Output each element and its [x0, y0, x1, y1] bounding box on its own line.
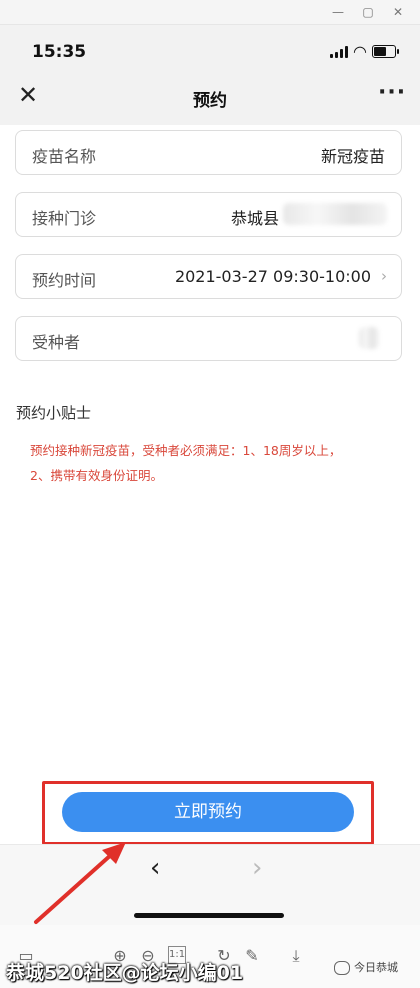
battery-icon — [372, 45, 399, 58]
edit-icon[interactable]: ✎ — [242, 946, 262, 966]
tips-line-1: 预约接种新冠疫苗，受种者必须满足：1、18周岁以上， — [30, 443, 342, 458]
tips-line-2: 2、携带有效身份证明。 — [30, 468, 163, 483]
forward-chevron-icon[interactable]: › — [252, 853, 262, 883]
tips-text: 预约接种新冠疫苗，受种者必须满足：1、18周岁以上， 2、携带有效身份证明。 — [30, 438, 390, 488]
home-indicator — [134, 913, 284, 918]
maximize-icon[interactable]: ▢ — [360, 4, 376, 20]
vaccine-name-value: 新冠疫苗 — [320, 147, 385, 166]
download-icon[interactable]: ⤓ — [286, 946, 306, 966]
status-time: 15:35 — [32, 42, 87, 62]
wechat-icon — [334, 961, 350, 975]
clinic-label: 接种门诊 — [32, 209, 97, 228]
vaccine-name-label: 疫苗名称 — [32, 147, 97, 166]
wechat-badge: 今日恭城 — [334, 959, 398, 975]
viewer-title-bar — [0, 0, 420, 25]
annotation-arrow — [34, 842, 126, 924]
appointment-time-row[interactable]: 预约时间 2021-03-27 09:30-10:00 › — [15, 254, 402, 299]
appointment-time-label: 预约时间 — [32, 271, 97, 290]
tips-title: 预约小贴士 — [16, 404, 92, 422]
more-icon[interactable]: ··· — [378, 80, 406, 105]
signal-icon — [330, 46, 350, 58]
appointment-time-value: 2021-03-27 09:30-10:00 — [174, 267, 371, 286]
wechat-badge-label: 今日恭城 — [354, 961, 398, 974]
clinic-value: 恭城县 — [230, 209, 279, 228]
recipient-label: 受种者 — [32, 333, 81, 352]
book-now-button[interactable]: 立即预约 — [62, 792, 354, 832]
chevron-right-icon: › — [381, 267, 387, 285]
clinic-row[interactable]: 接种门诊 恭城县 — [15, 192, 402, 237]
watermark-text: 恭城520社区@论坛小编01 — [6, 962, 244, 984]
clinic-redaction — [283, 203, 387, 225]
page-title: 预约 — [193, 91, 227, 111]
vaccine-name-row: 疫苗名称 新冠疫苗 — [15, 130, 402, 175]
minimize-icon[interactable]: — — [330, 4, 346, 20]
recipient-row[interactable]: 受种者 — [15, 316, 402, 361]
wifi-icon: ◠ — [353, 42, 367, 61]
window-close-icon[interactable]: ✕ — [390, 4, 406, 20]
back-chevron-icon[interactable]: ‹ — [150, 853, 160, 883]
recipient-redaction — [359, 327, 379, 349]
